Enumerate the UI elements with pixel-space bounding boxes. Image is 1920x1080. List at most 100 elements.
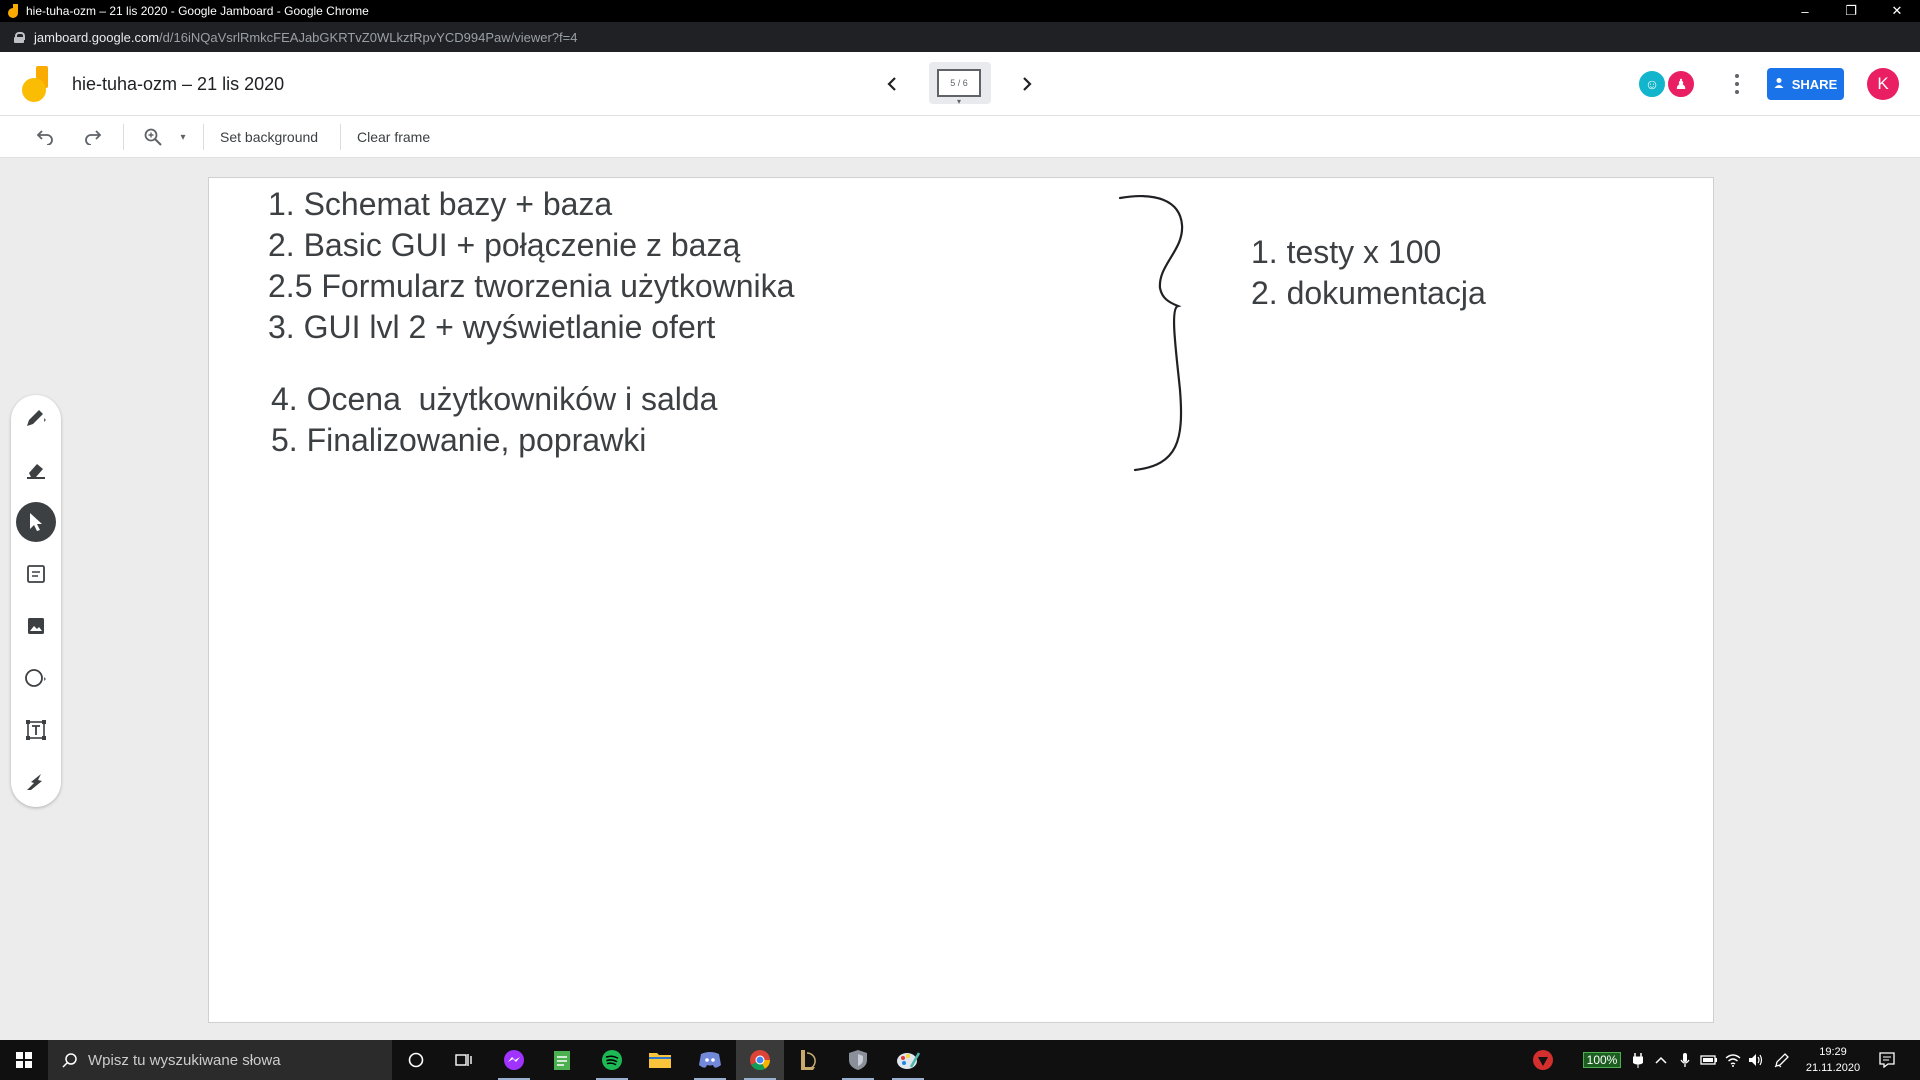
account-avatar[interactable]: K — [1867, 68, 1899, 100]
lock-icon[interactable] — [14, 31, 25, 43]
task-list-item[interactable]: 1. testy x 100 — [1251, 232, 1441, 273]
power-plug-icon[interactable] — [1630, 1040, 1646, 1080]
discord-icon — [699, 1052, 721, 1068]
browser-title-bar: hie-tuha-ozm – 21 lis 2020 - Google Jamb… — [0, 0, 1920, 22]
collaborator-1-icon: ☺ — [1644, 76, 1660, 92]
chrome-app[interactable] — [736, 1040, 784, 1080]
pen-tool[interactable] — [16, 398, 56, 438]
notes-app[interactable] — [538, 1040, 586, 1080]
circle-icon — [25, 669, 46, 687]
redo-icon — [85, 130, 102, 145]
task-view-icon — [455, 1054, 472, 1066]
address-bar[interactable]: jamboard.google.com/d/16iNQaVsrlRmkcFEAJ… — [0, 22, 1920, 52]
battery-indicator[interactable]: 100% — [1578, 1040, 1626, 1080]
image-icon — [28, 618, 44, 634]
pen-workspace-icon[interactable] — [1770, 1040, 1794, 1080]
share-label: SHARE — [1791, 76, 1838, 92]
clock-time: 19:29 — [1819, 1046, 1847, 1058]
search-placeholder: Wpisz tu wyszukiwane słowa — [88, 1051, 281, 1069]
chrome-icon — [750, 1050, 771, 1071]
select-tool[interactable] — [16, 502, 56, 542]
windows-taskbar: Wpisz tu wyszukiwane słowa 100% 19:29 21… — [0, 1040, 1920, 1080]
search-icon — [62, 1053, 77, 1068]
text-box-tool[interactable] — [16, 710, 56, 750]
toolbar-divider — [203, 124, 204, 150]
clock-date: 21.11.2020 — [1805, 1062, 1861, 1074]
shield-icon — [849, 1050, 867, 1070]
jamboard-logo-icon[interactable] — [22, 66, 52, 102]
show-hidden-icons-chevron-up-icon[interactable] — [1650, 1040, 1672, 1080]
shape-tool[interactable] — [16, 658, 56, 698]
antivirus-tray-icon[interactable] — [1526, 1040, 1560, 1080]
chevron-left-icon — [887, 77, 896, 91]
sticky-note-tool[interactable] — [16, 554, 56, 594]
window-controls: – ❐ ✕ — [1782, 0, 1920, 22]
security-app[interactable] — [834, 1040, 882, 1080]
undo-icon — [36, 130, 53, 145]
minimize-button[interactable]: – — [1782, 0, 1828, 22]
league-client-app[interactable] — [784, 1040, 832, 1080]
collaborator-2-icon: ♟ — [1674, 75, 1688, 92]
taskbar-search-box[interactable]: Wpisz tu wyszukiwane słowa — [48, 1040, 392, 1080]
task-list-item[interactable]: 2.5 Formularz tworzenia użytkownika — [268, 266, 794, 307]
paint-app[interactable] — [884, 1040, 932, 1080]
volume-icon[interactable] — [1745, 1040, 1767, 1080]
url-path[interactable]: /d/16iNQaVsrlRmkcFEAJabGKRTvZ0WLkztRpvYC… — [159, 30, 577, 45]
microphone-icon[interactable] — [1674, 1040, 1696, 1080]
wifi-icon[interactable] — [1722, 1040, 1744, 1080]
cortana-button[interactable] — [392, 1040, 440, 1080]
text-box-icon — [26, 720, 46, 740]
clear-frame-button[interactable]: Clear frame — [357, 129, 430, 145]
close-button[interactable]: ✕ — [1874, 0, 1920, 22]
more-options-icon[interactable] — [1732, 72, 1742, 96]
collaborator-avatar-2[interactable]: ♟ — [1666, 69, 1696, 99]
eraser-tool[interactable] — [16, 450, 56, 490]
laser-icon — [27, 774, 42, 790]
set-background-button[interactable]: Set background — [220, 129, 318, 145]
frame-bar-toggle[interactable]: 5 / 6 ▾ — [929, 62, 991, 106]
board-toolbar: ▾ Set background Clear frame — [0, 116, 1920, 158]
start-button[interactable] — [0, 1040, 48, 1080]
battery-tray-icon[interactable] — [1698, 1040, 1720, 1080]
battery-percent: 100% — [1582, 1052, 1622, 1068]
file-explorer-app[interactable] — [636, 1040, 684, 1080]
handwritten-brace[interactable] — [1100, 190, 1190, 480]
app-header: hie-tuha-ozm – 21 lis 2020 5 / 6 ▾ ☺ ♟ S… — [0, 52, 1920, 116]
notepad-icon — [554, 1051, 570, 1070]
spotify-app[interactable] — [588, 1040, 636, 1080]
toolbar-divider — [123, 124, 124, 150]
previous-frame-button[interactable] — [880, 72, 904, 96]
taskbar-clock[interactable]: 19:29 21.11.2020 — [1798, 1044, 1868, 1076]
document-title[interactable]: hie-tuha-ozm – 21 lis 2020 — [72, 74, 284, 95]
task-list-item[interactable]: 3. GUI lvl 2 + wyświetlanie ofert — [268, 307, 715, 348]
laser-tool[interactable] — [16, 762, 56, 802]
tool-palette — [11, 395, 61, 807]
next-frame-button[interactable] — [1015, 72, 1039, 96]
task-list-item[interactable]: 2. Basic GUI + połączenie z bazą — [268, 225, 740, 266]
eraser-icon — [27, 464, 45, 479]
redo-button[interactable] — [80, 124, 106, 150]
task-list-item[interactable]: 2. dokumentacja — [1251, 273, 1486, 314]
zoom-dropdown-icon[interactable]: ▾ — [176, 124, 190, 150]
league-icon — [801, 1050, 816, 1070]
share-button[interactable]: SHARE — [1767, 68, 1844, 100]
action-center-button[interactable] — [1870, 1040, 1904, 1080]
task-list-item[interactable]: 4. Ocena użytkowników i salda — [271, 379, 717, 420]
zoom-in-icon — [144, 128, 162, 146]
zoom-button[interactable] — [140, 124, 166, 150]
url-host[interactable]: jamboard.google.com — [34, 30, 159, 45]
cursor-arrow-icon — [30, 513, 42, 531]
undo-button[interactable] — [32, 124, 58, 150]
messenger-app[interactable] — [490, 1040, 538, 1080]
image-tool[interactable] — [16, 606, 56, 646]
messenger-icon — [504, 1050, 524, 1070]
notification-icon — [1879, 1052, 1895, 1068]
task-list-item[interactable]: 5. Finalizowanie, poprawki — [271, 420, 646, 461]
frame-indicator: 5 / 6 — [937, 69, 981, 97]
discord-app[interactable] — [686, 1040, 734, 1080]
collaborator-avatar-1[interactable]: ☺ — [1637, 69, 1667, 99]
task-list-item[interactable]: 1. Schemat bazy + baza — [268, 184, 612, 225]
person-add-icon — [1774, 77, 1786, 92]
task-view-button[interactable] — [440, 1040, 488, 1080]
restore-button[interactable]: ❐ — [1828, 0, 1874, 22]
